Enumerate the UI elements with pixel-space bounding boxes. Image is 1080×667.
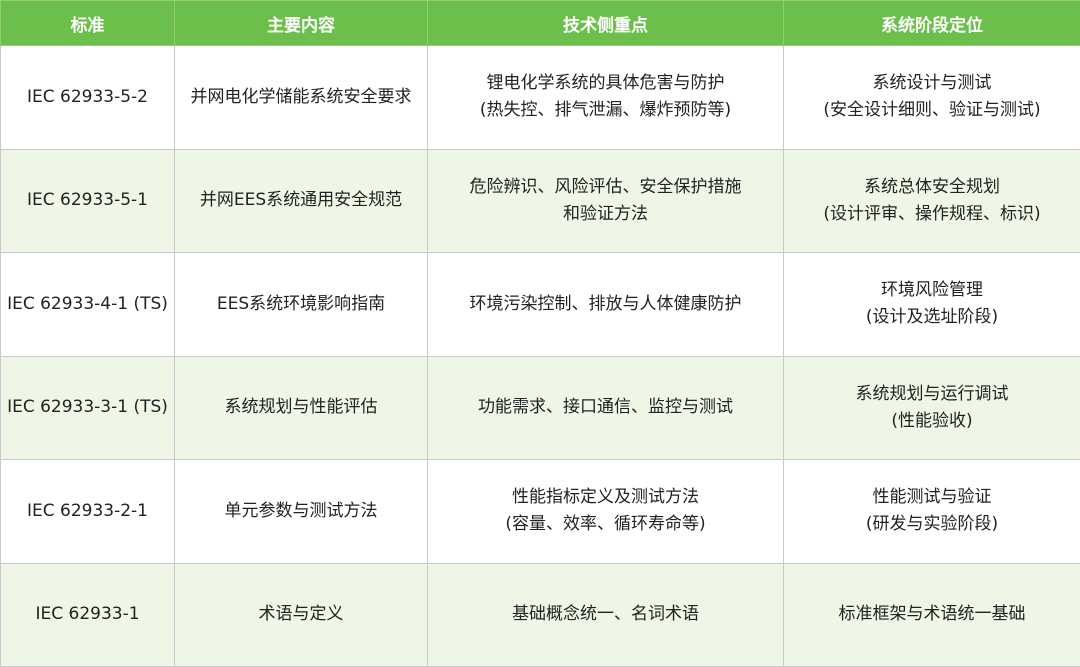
cell-stage: 性能测试与验证 (研发与实验阶段) (783, 459, 1080, 564)
cell-stage: 环境风险管理 (设计及选址阶段) (783, 252, 1080, 357)
cell-focus: 基础概念统一、名词术语 (427, 562, 784, 667)
cell-focus: 锂电化学系统的具体危害与防护 (热失控、排气泄漏、爆炸预防等) (427, 45, 784, 150)
stage-line: (研发与实验阶段) (865, 514, 999, 535)
header-stage: 系统阶段定位 (783, 0, 1080, 46)
cell-stage: 系统总体安全规划 (设计评审、操作规程、标识) (783, 148, 1080, 253)
table-row: IEC 62933-5-2 并网电化学储能系统安全要求 锂电化学系统的具体危害与… (0, 45, 1080, 150)
cell-content: 单元参数与测试方法 (174, 459, 428, 564)
focus-line: (容量、效率、循环寿命等) (505, 514, 706, 535)
cell-stage: 系统规划与运行调试 (性能验收) (783, 355, 1080, 460)
cell-focus: 性能指标定义及测试方法 (容量、效率、循环寿命等) (427, 459, 784, 564)
stage-line: (性能验收) (891, 410, 973, 431)
cell-content: 系统规划与性能评估 (174, 355, 428, 460)
cell-content: 并网EES系统通用安全规范 (174, 148, 428, 253)
table-row: IEC 62933-1 术语与定义 基础概念统一、名词术语 标准框架与术语统一基… (0, 562, 1080, 667)
focus-line: 锂电化学系统的具体危害与防护 (486, 73, 725, 94)
header-row: 标准 主要内容 技术侧重点 系统阶段定位 (0, 0, 1080, 46)
cell-standard: IEC 62933-4-1 (TS) (0, 252, 175, 357)
focus-line: 功能需求、接口通信、监控与测试 (478, 397, 733, 418)
table-row: IEC 62933-5-1 并网EES系统通用安全规范 危险辨识、风险评估、安全… (0, 148, 1080, 253)
focus-line: 性能指标定义及测试方法 (512, 487, 699, 508)
cell-standard: IEC 62933-5-1 (0, 148, 175, 253)
header-standard: 标准 (0, 0, 175, 46)
table-header: 标准 主要内容 技术侧重点 系统阶段定位 (0, 0, 1080, 46)
cell-stage: 系统设计与测试 (安全设计细则、验证与测试) (783, 45, 1080, 150)
table-row: IEC 62933-3-1 (TS) 系统规划与性能评估 功能需求、接口通信、监… (0, 355, 1080, 460)
stage-line: 系统总体安全规划 (864, 176, 1000, 197)
header-content: 主要内容 (174, 0, 428, 46)
focus-line: (热失控、排气泄漏、爆炸预防等) (479, 100, 732, 121)
cell-content: EES系统环境影响指南 (174, 252, 428, 357)
stage-line: (设计评审、操作规程、标识) (823, 203, 1041, 224)
table-body: IEC 62933-5-2 并网电化学储能系统安全要求 锂电化学系统的具体危害与… (0, 45, 1080, 667)
header-focus: 技术侧重点 (427, 0, 784, 46)
cell-content: 并网电化学储能系统安全要求 (174, 45, 428, 150)
cell-standard: IEC 62933-3-1 (TS) (0, 355, 175, 460)
cell-content: 术语与定义 (174, 562, 428, 667)
stage-line: 系统设计与测试 (872, 73, 992, 94)
cell-focus: 危险辨识、风险评估、安全保护措施 和验证方法 (427, 148, 784, 253)
stage-line: (设计及选址阶段) (865, 307, 999, 328)
focus-line: 基础概念统一、名词术语 (512, 604, 699, 625)
focus-line: 环境污染控制、排放与人体健康防护 (469, 293, 742, 314)
cell-standard: IEC 62933-2-1 (0, 459, 175, 564)
cell-standard: IEC 62933-5-2 (0, 45, 175, 150)
stage-line: 系统规划与运行调试 (855, 383, 1009, 404)
stage-line: 性能测试与验证 (872, 487, 992, 508)
standards-table: 标准 主要内容 技术侧重点 系统阶段定位 IEC 62933-5-2 并网电化学… (0, 0, 1080, 667)
stage-line: 标准框架与术语统一基础 (838, 604, 1026, 625)
table-row: IEC 62933-2-1 单元参数与测试方法 性能指标定义及测试方法 (容量、… (0, 459, 1080, 564)
cell-focus: 功能需求、接口通信、监控与测试 (427, 355, 784, 460)
focus-line: 和验证方法 (563, 203, 648, 224)
stage-line: (安全设计细则、验证与测试) (823, 100, 1041, 121)
cell-focus: 环境污染控制、排放与人体健康防护 (427, 252, 784, 357)
cell-standard: IEC 62933-1 (0, 562, 175, 667)
stage-line: 环境风险管理 (881, 280, 983, 301)
focus-line: 危险辨识、风险评估、安全保护措施 (469, 176, 742, 197)
table-row: IEC 62933-4-1 (TS) EES系统环境影响指南 环境污染控制、排放… (0, 252, 1080, 357)
cell-stage: 标准框架与术语统一基础 (783, 562, 1080, 667)
